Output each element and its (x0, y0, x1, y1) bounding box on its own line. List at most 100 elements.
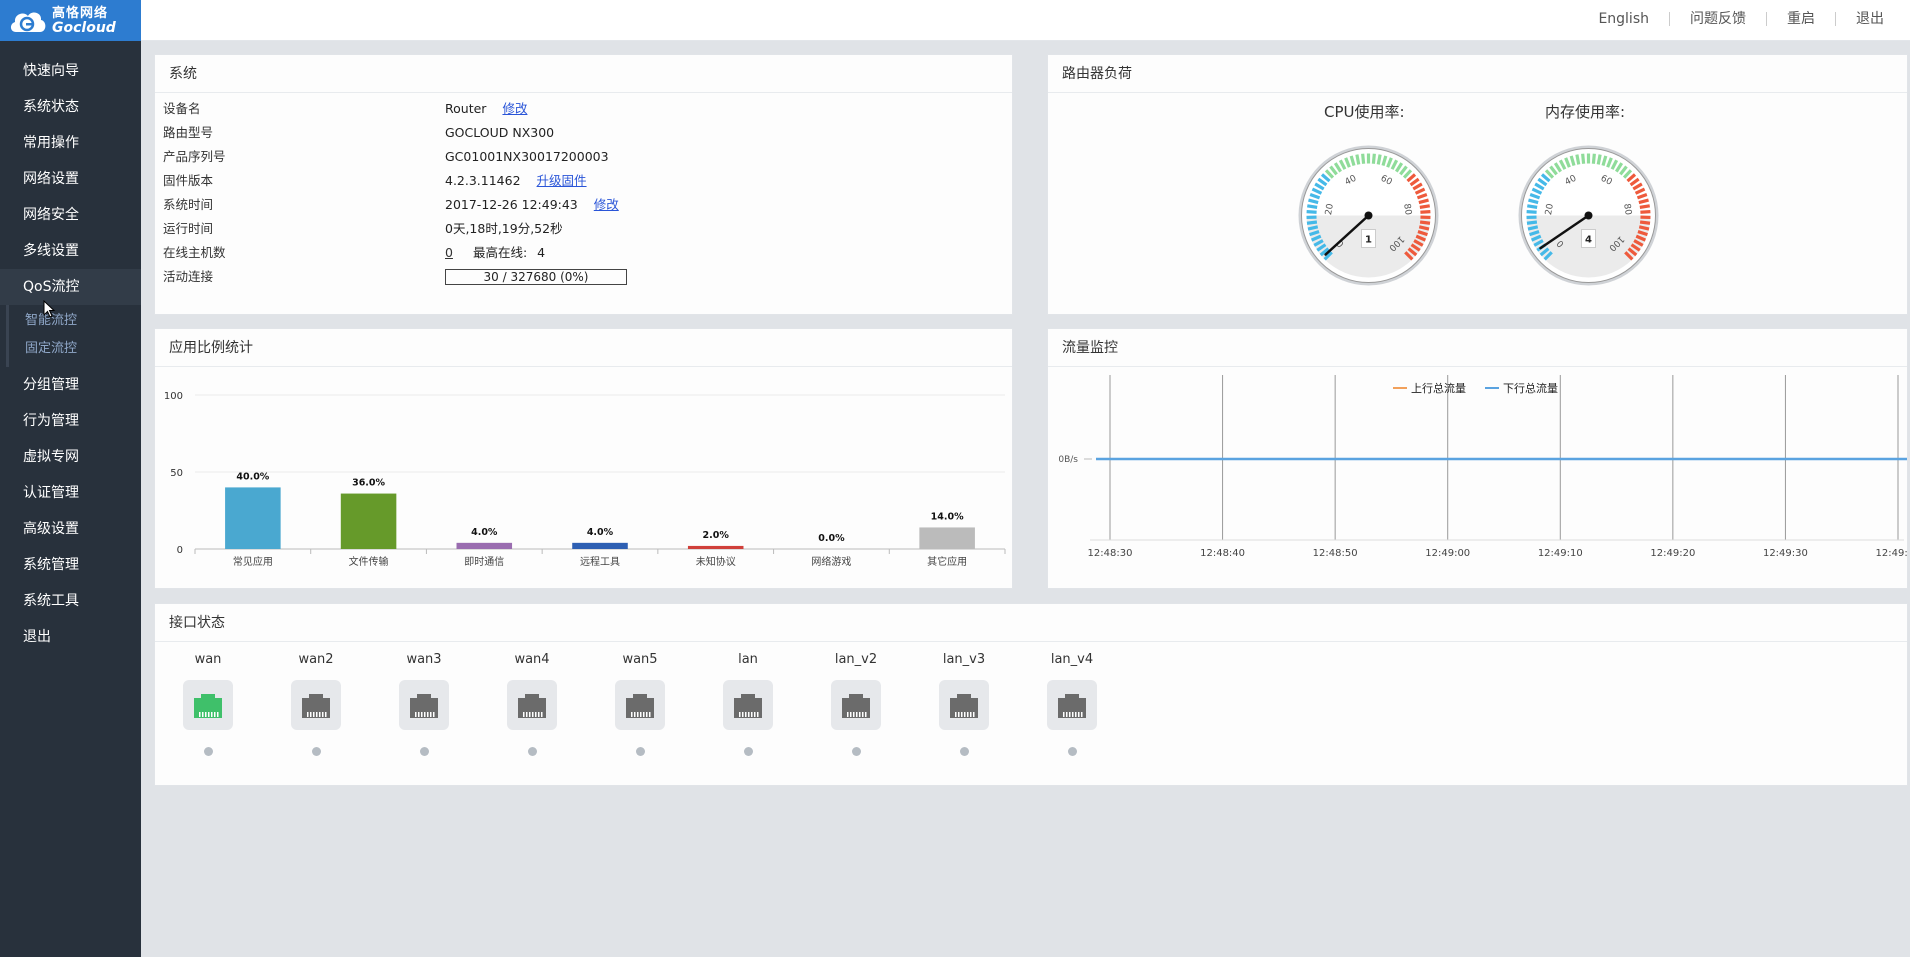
cpu-gauge-value-text: 1 (1365, 235, 1372, 246)
memory-gauge-tick (1527, 225, 1539, 231)
cpu-gauge-tick (1418, 225, 1430, 231)
sidebar-item-group-mgmt[interactable]: 分组管理 (0, 367, 141, 403)
port-wan3[interactable]: wan3 (394, 652, 454, 756)
time-value: 2017-12-26 12:49:43 (445, 197, 578, 212)
sidebar-item-advanced[interactable]: 高级设置 (0, 511, 141, 547)
sidebar-item-vpn[interactable]: 虚拟专网 (0, 439, 141, 475)
bar (687, 545, 744, 549)
sidebar-item-common-ops[interactable]: 常用操作 (0, 125, 141, 161)
app-stats-title: 应用比例统计 (155, 329, 1012, 367)
port-wan2[interactable]: wan2 (286, 652, 346, 756)
info-key: 设备名 (163, 101, 201, 116)
memory-gauge: 02040 60801004 (1518, 145, 1659, 286)
memory-gauge-tick (1591, 153, 1596, 164)
logo[interactable]: 高恪网络 Gocloud (0, 0, 141, 41)
bar-data-label: 4.0% (471, 527, 498, 538)
sidebar-item-behavior-mgmt[interactable]: 行为管理 (0, 403, 141, 439)
port-status-dot (959, 747, 969, 756)
online-hosts-link[interactable]: 0 (445, 241, 453, 265)
port-status-dot (311, 747, 321, 756)
memory-gauge-tick (1575, 154, 1581, 165)
bar (919, 527, 975, 549)
sidebar-item-qos[interactable]: QoS流控 (0, 269, 141, 305)
port-lan_v4[interactable]: lan_v4 (1042, 652, 1102, 756)
info-key: 活动连接 (163, 269, 214, 284)
port-name: wan2 (298, 652, 334, 667)
app-stats-panel: 应用比例统计 0 50 100 40.0% 常见应用 36.0% 文件传输 4.0% 即时通信 4… (154, 328, 1013, 589)
port-name: wan (194, 652, 222, 667)
bar-data-label: 0.0% (818, 533, 845, 544)
model-value: GOCLOUD NX300 (445, 125, 555, 140)
memory-gauge-tick (1638, 225, 1650, 231)
edit-device-name-link[interactable]: 修改 (502, 97, 527, 121)
port-wan4[interactable]: wan4 (502, 652, 562, 756)
app-ratio-bar-chart: 0 50 100 40.0% 常见应用 36.0% 文件传输 4.0% 即时通信 4.0% 远程工具… (164, 391, 1006, 568)
language-link[interactable]: English (1578, 12, 1669, 26)
memory-gauge-value-text: 4 (1585, 235, 1592, 246)
info-row-time: 系统时间 2017-12-26 12:49:43 修改 (163, 193, 627, 217)
memory-gauge-tick (1526, 220, 1538, 225)
bar-category-label: 常见应用 (233, 555, 273, 568)
port-status-dot (203, 747, 213, 756)
memory-gauge-tick (1527, 204, 1538, 209)
traffic-legend-label: 上行总流量 (1411, 381, 1466, 395)
feedback-link[interactable]: 问题反馈 (1669, 12, 1766, 26)
memory-gauge-tick (1639, 220, 1651, 225)
cpu-gauge-tick (1420, 210, 1431, 214)
router-load-title: 路由器负荷 (1048, 55, 1907, 93)
port-lan_v3[interactable]: lan_v3 (934, 652, 994, 756)
edit-time-link[interactable]: 修改 (594, 193, 619, 217)
info-key: 产品序列号 (163, 149, 226, 164)
logout-link[interactable]: 退出 (1835, 12, 1904, 26)
port-lan[interactable]: lan (718, 652, 778, 756)
bar (572, 542, 628, 549)
reboot-link[interactable]: 重启 (1766, 12, 1835, 26)
info-row-serial: 产品序列号 GC01001NX30017200003 (163, 145, 627, 169)
cpu-gauge-label: CPU使用率: (1324, 103, 1405, 121)
bar-chart-ytick: 100 (164, 391, 183, 402)
sidebar-item-system-tools[interactable]: 系统工具 (0, 583, 141, 619)
cpu-gauge-tick (1307, 204, 1318, 209)
port-wan[interactable]: wan (178, 652, 238, 756)
sidebar-qos-submenu: 智能流控 固定流控 (6, 305, 141, 367)
sidebar-item-system-mgmt[interactable]: 系统管理 (0, 547, 141, 583)
cpu-gauge-tick (1355, 154, 1361, 165)
sidebar-item-logout[interactable]: 退出 (0, 619, 141, 655)
port-status-dot (419, 747, 429, 756)
sidebar: 快速向导 系统状态 常用操作 网络设置 网络安全 多线设置 QoS流控 智能流控… (0, 41, 141, 957)
router-load-panel: 路由器负荷 CPU使用率: 内存使用率: 0 20 40 60 80 100 1 0 20 40… (1047, 54, 1908, 315)
traffic-legend-label: 下行总流量 (1503, 381, 1558, 395)
info-row-firmware: 固件版本 4.2.3.11462 升级固件 (163, 169, 627, 193)
bar-category-label: 远程工具 (580, 556, 620, 568)
sidebar-item-system-status[interactable]: 系统状态 (0, 89, 141, 125)
sidebar-subitem-fixed-qos[interactable]: 固定流控 (9, 335, 141, 363)
sidebar-item-network-settings[interactable]: 网络设置 (0, 161, 141, 197)
port-status-dot (1067, 747, 1077, 756)
port-name: wan5 (622, 652, 658, 667)
sidebar-item-auth-mgmt[interactable]: 认证管理 (0, 475, 141, 511)
logo-text: 高恪网络 Gocloud (52, 6, 116, 35)
top-bar: 高恪网络 Gocloud English 问题反馈 重启 退出 (0, 0, 1910, 41)
traffic-xtick-label: 12:48:50 (1313, 548, 1358, 559)
info-row-model: 路由型号 GOCLOUD NX300 (163, 121, 627, 145)
traffic-panel: 流量监控 12:48:30 12:48:40 12:48:50 12:49:00 12:… (1047, 328, 1908, 589)
traffic-xtick-label: 12:48:40 (1200, 548, 1245, 559)
memory-gauge-tick-label: 80 (1621, 203, 1633, 216)
system-panel: 系统 设备名 Router 修改 路由型号 GOCLOUD NX300 产品序列号… (154, 54, 1013, 315)
port-status-dot (635, 747, 645, 756)
upgrade-firmware-link[interactable]: 升级固件 (537, 169, 587, 193)
sidebar-item-quick-guide[interactable]: 快速向导 (0, 53, 141, 89)
cpu-gauge: 02040 60801001 (1298, 145, 1439, 286)
sidebar-item-network-security[interactable]: 网络安全 (0, 197, 141, 233)
sidebar-item-multiline[interactable]: 多线设置 (0, 233, 141, 269)
traffic-xtick-label: 12:49:40 (1876, 548, 1907, 559)
cpu-gauge-tick (1419, 220, 1431, 225)
port-lan_v2[interactable]: lan_v2 (826, 652, 886, 756)
system-panel-title: 系统 (155, 55, 1012, 93)
port-wan5[interactable]: wan5 (610, 652, 670, 756)
sidebar-subitem-smart-qos[interactable]: 智能流控 (9, 307, 141, 335)
mouse-cursor-icon (43, 300, 56, 318)
top-nav: English 问题反馈 重启 退出 (1578, 0, 1910, 38)
bar (340, 493, 397, 549)
ethernet-port-icon (507, 680, 557, 730)
